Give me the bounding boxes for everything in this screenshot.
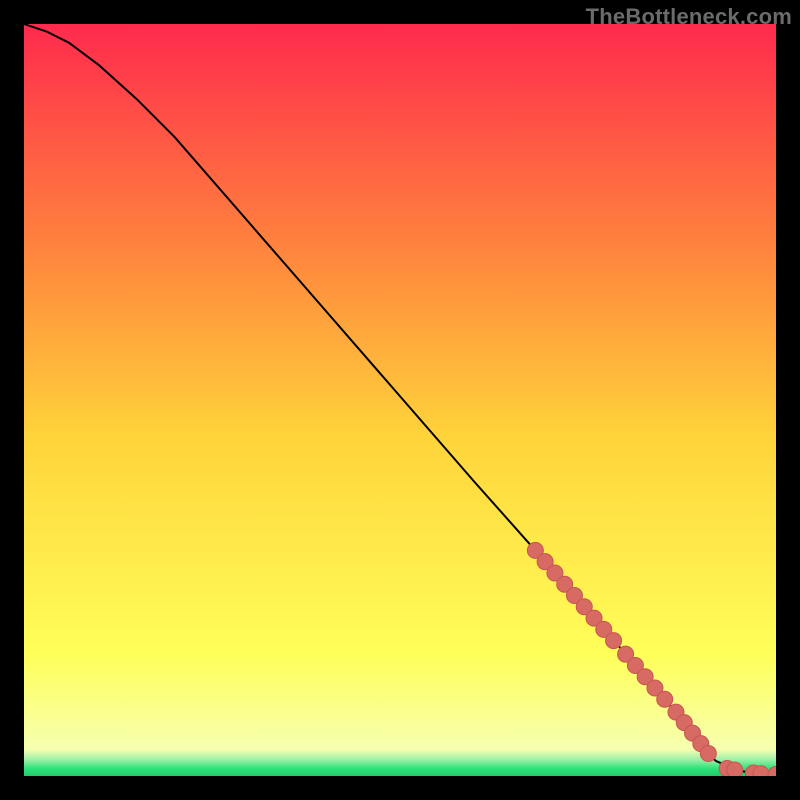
chart-svg [24,24,776,776]
chart-stage: TheBottleneck.com [0,0,800,800]
plot-area [24,24,776,776]
data-marker [727,762,743,776]
gradient-background [24,24,776,776]
data-marker [700,745,716,761]
data-marker [606,633,622,649]
data-marker [657,691,673,707]
